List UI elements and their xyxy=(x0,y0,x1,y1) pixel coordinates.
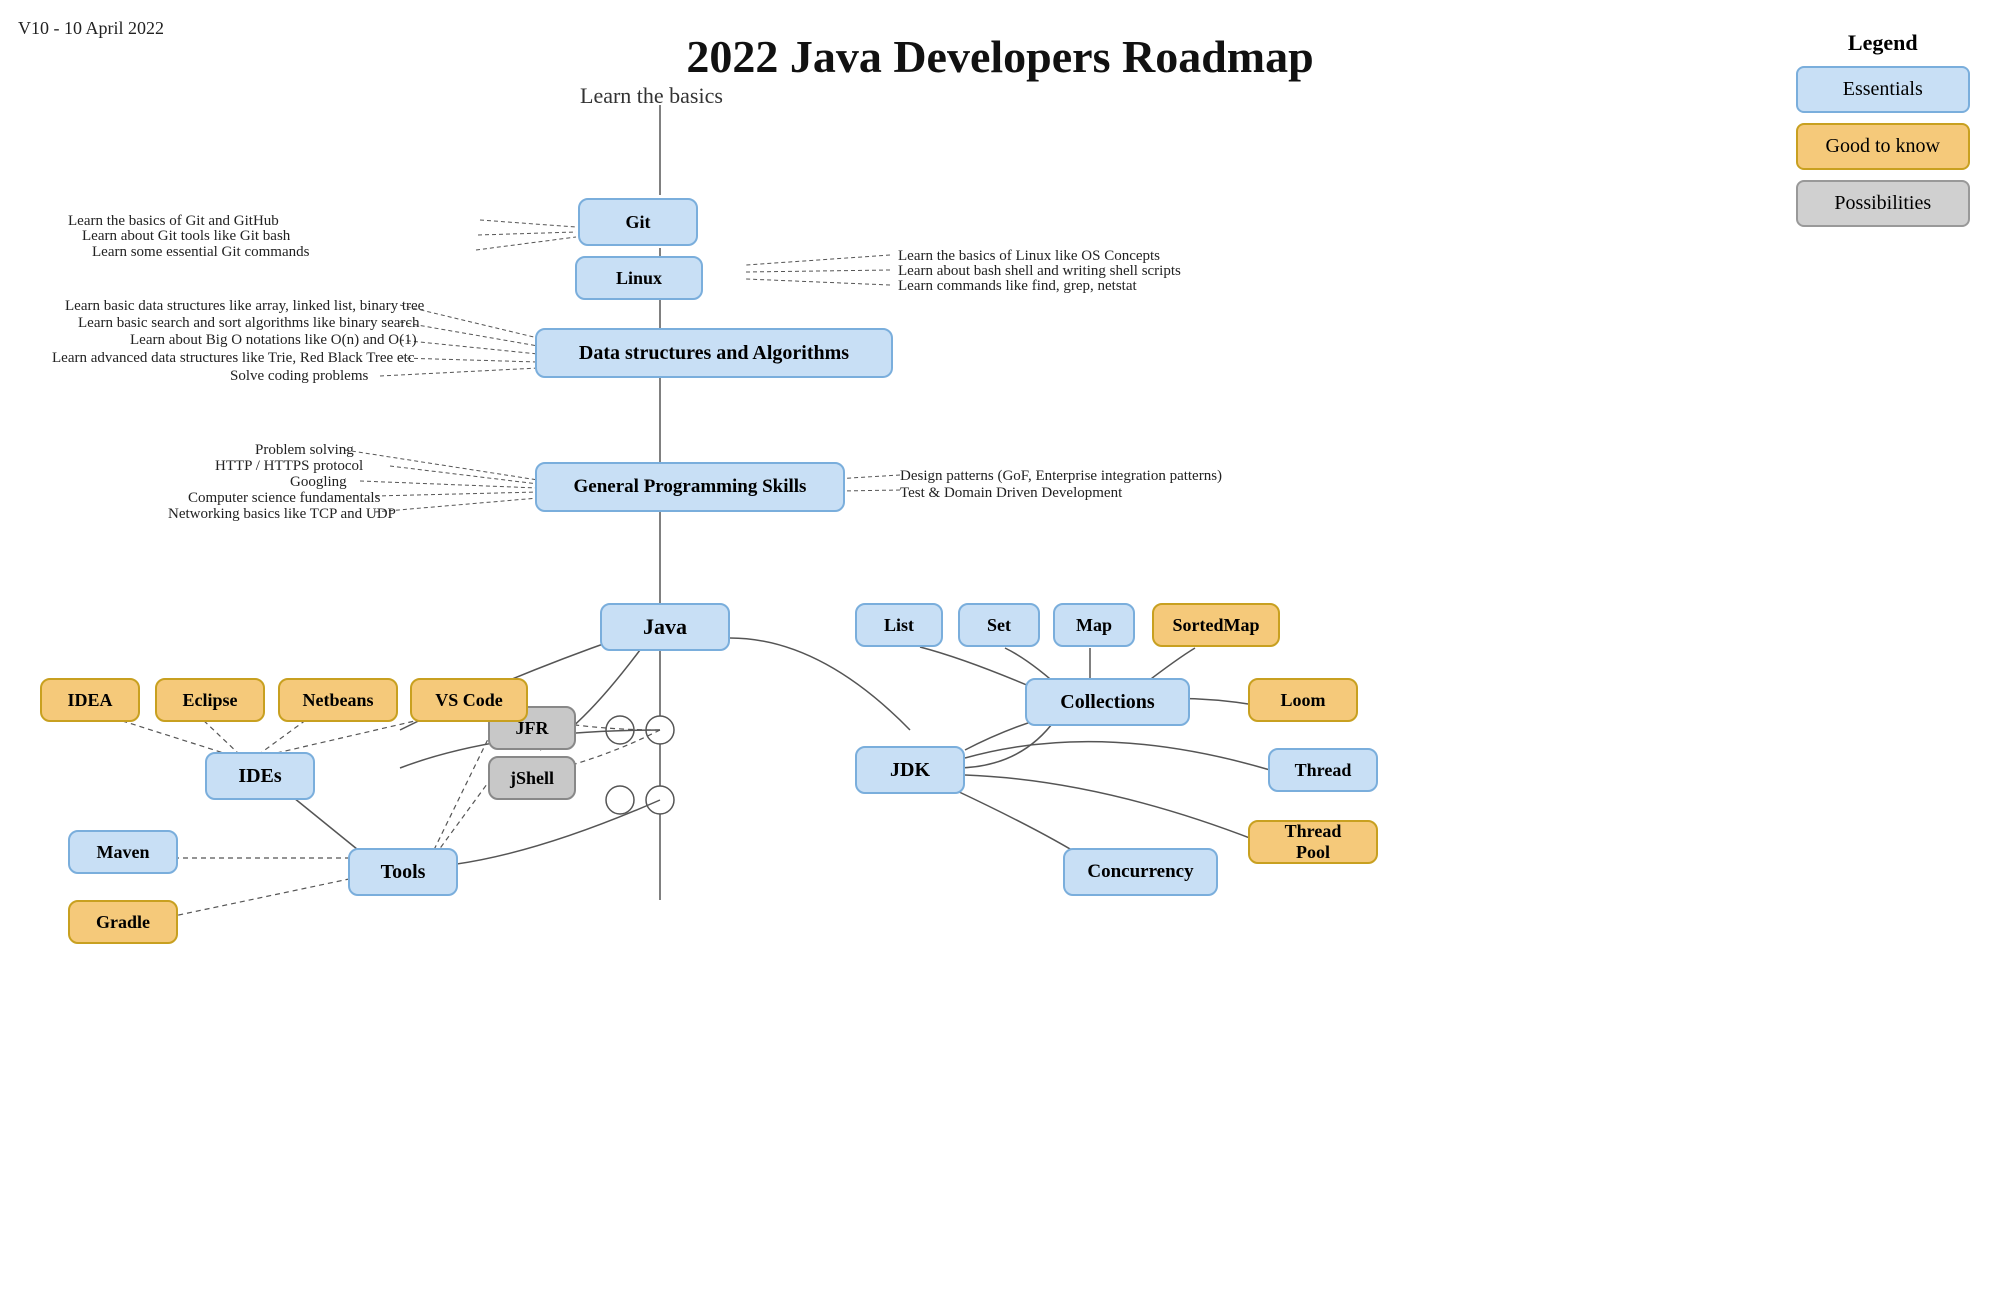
general-programming-node: General Programming Skills xyxy=(535,462,845,512)
learn-basics-label: Learn the basics xyxy=(580,83,723,109)
dsa-label-5: Solve coding problems xyxy=(230,368,368,385)
legend-title: Legend xyxy=(1796,30,1970,56)
legend-essentials: Essentials xyxy=(1796,66,1970,113)
general-label-4: Computer science fundamentals xyxy=(188,490,380,507)
map-node: Map xyxy=(1053,603,1135,647)
ides-node: IDEs xyxy=(205,752,315,800)
dsa-label-1: Learn basic data structures like array, … xyxy=(65,298,424,315)
loom-node: Loom xyxy=(1248,678,1358,722)
general-label-2: HTTP / HTTPS protocol xyxy=(215,458,363,475)
general-label-1: Problem solving xyxy=(255,442,354,459)
legend-good-to-know: Good to know xyxy=(1796,123,1970,170)
thread-node: Thread xyxy=(1268,748,1378,792)
jshell-node: jShell xyxy=(488,756,576,800)
git-label-3: Learn some essential Git commands xyxy=(92,244,309,261)
idea-node: IDEA xyxy=(40,678,140,722)
dsa-node: Data structures and Algorithms xyxy=(535,328,893,378)
set-node: Set xyxy=(958,603,1040,647)
linux-node: Linux xyxy=(575,256,703,300)
netbeans-node: Netbeans xyxy=(278,678,398,722)
git-label-2: Learn about Git tools like Git bash xyxy=(82,228,290,245)
concurrency-node: Concurrency xyxy=(1063,848,1218,896)
dsa-label-3: Learn about Big O notations like O(n) an… xyxy=(130,332,417,349)
maven-node: Maven xyxy=(68,830,178,874)
java-node: Java xyxy=(600,603,730,651)
git-node: Git xyxy=(578,198,698,246)
collections-node: Collections xyxy=(1025,678,1190,726)
vscode-node: VS Code xyxy=(410,678,528,722)
legend-possibilities: Possibilities xyxy=(1796,180,1970,227)
thread-pool-node: Thread Pool xyxy=(1248,820,1378,864)
general-label-5: Networking basics like TCP and UDP xyxy=(168,506,396,523)
general-right-label-2: Test & Domain Driven Development xyxy=(900,485,1122,502)
list-node: List xyxy=(855,603,943,647)
general-right-label-1: Design patterns (GoF, Enterprise integra… xyxy=(900,468,1222,485)
legend: Legend Essentials Good to know Possibili… xyxy=(1796,30,1970,237)
dsa-label-4: Learn advanced data structures like Trie… xyxy=(52,350,414,367)
main-title: 2022 Java Developers Roadmap xyxy=(686,30,1313,83)
eclipse-node: Eclipse xyxy=(155,678,265,722)
gradle-node: Gradle xyxy=(68,900,178,944)
sortedmap-node: SortedMap xyxy=(1152,603,1280,647)
linux-label-3: Learn commands like find, grep, netstat xyxy=(898,278,1137,295)
connection-lines xyxy=(0,0,2000,1303)
tools-node: Tools xyxy=(348,848,458,896)
version-label: V10 - 10 April 2022 xyxy=(18,18,164,39)
dsa-label-2: Learn basic search and sort algorithms l… xyxy=(78,315,420,332)
general-label-3: Googling xyxy=(290,474,347,491)
jdk-node: JDK xyxy=(855,746,965,794)
